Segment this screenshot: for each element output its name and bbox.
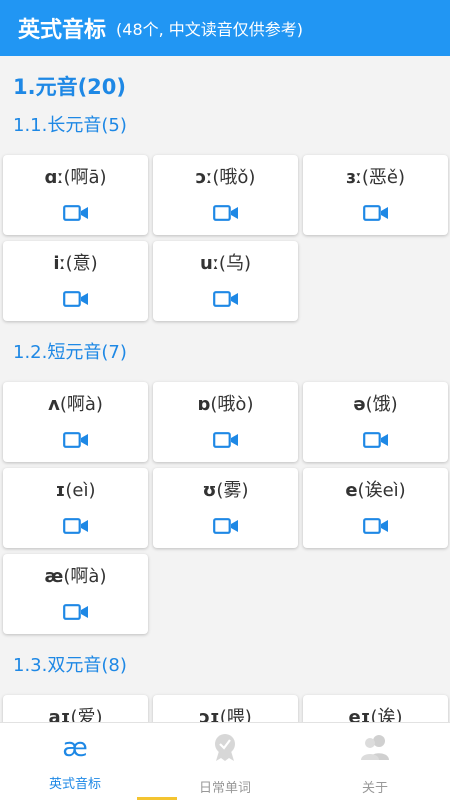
phonetic-grid: aɪ(爱) ɔɪ(喂) eɪ(诶): [0, 695, 450, 722]
section-title-vowels: 1.元音(20): [13, 75, 127, 99]
phonetic-grid: ʌ(啊à) ɒ(哦ò) ə(饿) ɪ(eì) ʊ(雾) e(诶eì) æ(啊à): [0, 382, 450, 634]
tab-label: 关于: [361, 781, 388, 796]
phonetic-symbol: ə: [353, 394, 366, 415]
group-title: 1.1.长元音(5): [13, 115, 127, 136]
video-camera-icon[interactable]: [362, 432, 389, 448]
phonetic-card[interactable]: ɔɪ(喂): [153, 695, 298, 722]
phonetic-hint: (诶): [370, 707, 403, 722]
phonetic-card[interactable]: ɪ(eì): [3, 468, 148, 548]
phonetic-card[interactable]: e(诶eì): [303, 468, 448, 548]
video-camera-icon[interactable]: [62, 604, 89, 620]
phonetic-label: æ(啊à): [45, 566, 107, 588]
bottom-navigation: æ 英式音标 日常单词 关于: [0, 722, 450, 800]
phonetic-card[interactable]: ʊ(雾): [153, 468, 298, 548]
phonetic-card[interactable]: æ(啊à): [3, 554, 148, 634]
phonetic-symbol: ʌ: [48, 394, 60, 415]
video-camera-icon[interactable]: [362, 518, 389, 534]
svg-text:æ: æ: [62, 733, 88, 761]
video-camera-icon[interactable]: [362, 205, 389, 221]
phonetic-card[interactable]: ə(饿): [303, 382, 448, 462]
phonetic-card[interactable]: ʌ(啊à): [3, 382, 148, 462]
video-camera-icon[interactable]: [212, 205, 239, 221]
video-camera-icon[interactable]: [62, 291, 89, 307]
phonetic-hint: (啊ā): [63, 167, 107, 188]
phonetic-label: aɪ(爱): [48, 707, 102, 722]
ae-icon: æ: [58, 731, 92, 763]
phonetic-hint: (诶eì): [357, 480, 406, 501]
phonetic-symbol: e: [345, 480, 358, 501]
phonetic-label: e(诶eì): [345, 480, 405, 502]
group-title: 1.3.双元音(8): [13, 655, 127, 676]
phonetic-label: ɑː(啊ā): [44, 167, 106, 189]
phonetic-grid: ɑː(啊ā) ɔː(哦ǒ) ɜː(恶ě) iː(意) uː(乌): [0, 155, 450, 321]
app-bar: 英式音标 (48个, 中文读音仅供参考): [0, 0, 450, 56]
phonetic-hint: (雾): [216, 480, 249, 501]
video-camera-icon[interactable]: [212, 432, 239, 448]
group-title: 1.2.短元音(7): [13, 342, 127, 363]
video-camera-icon[interactable]: [212, 518, 239, 534]
phonetic-label: ɒ(哦ò): [198, 394, 254, 416]
phonetics-list[interactable]: 1.元音(20) 1.1.长元音(5) ɑː(啊ā) ɔː(哦ǒ) ɜː(恶ě) iː(…: [0, 56, 450, 722]
tab-phonetics[interactable]: æ 英式音标: [0, 723, 150, 800]
phonetic-symbol: ɜː: [346, 167, 362, 188]
phonetic-card[interactable]: ɜː(恶ě): [303, 155, 448, 235]
phonetic-hint: (哦ǒ): [212, 167, 256, 188]
phonetic-symbol: ɔː: [195, 167, 213, 188]
phonetic-hint: (爱): [70, 707, 103, 722]
app-subtitle: (48个, 中文读音仅供参考): [116, 20, 304, 39]
video-camera-icon[interactable]: [62, 518, 89, 534]
phonetic-card[interactable]: ɒ(哦ò): [153, 382, 298, 462]
phonetic-label: ʊ(雾): [203, 480, 249, 502]
phonetic-symbol: æ: [44, 566, 64, 587]
phonetic-hint: (恶ě): [361, 167, 405, 188]
phonetic-symbol: ʊ: [202, 480, 217, 501]
phonetic-label: ə(饿): [353, 394, 397, 416]
badge-icon: [212, 731, 238, 763]
tab-label: 英式音标: [48, 777, 101, 792]
phonetic-symbol: ɔɪ: [199, 707, 220, 722]
phonetic-label: ɔː(哦ǒ): [196, 167, 256, 189]
phonetic-symbol: uː: [200, 253, 219, 274]
phonetic-card[interactable]: eɪ(诶): [303, 695, 448, 722]
phonetic-hint: (乌): [218, 253, 251, 274]
phonetic-hint: (啊à): [59, 394, 103, 415]
phonetic-hint: (啊à): [63, 566, 107, 587]
app-title: 英式音标: [18, 18, 107, 43]
phonetic-card[interactable]: iː(意): [3, 241, 148, 321]
phonetic-label: ɪ(eì): [56, 480, 96, 502]
phonetic-symbol: ɒ: [197, 394, 211, 415]
phonetic-card[interactable]: ɔː(哦ǒ): [153, 155, 298, 235]
phonetic-label: uː(乌): [200, 253, 251, 275]
tab-daily-words[interactable]: 日常单词: [150, 723, 300, 800]
phonetic-symbol: eɪ: [348, 707, 371, 722]
video-camera-icon[interactable]: [212, 291, 239, 307]
phonetic-label: ɔɪ(喂): [199, 707, 252, 722]
tab-about[interactable]: 关于: [300, 723, 450, 800]
phonetic-symbol: aɪ: [48, 707, 71, 722]
phonetic-card[interactable]: ɑː(啊ā): [3, 155, 148, 235]
phonetic-label: iː(意): [53, 253, 97, 275]
people-icon: [359, 731, 391, 763]
phonetic-hint: (哦ò): [210, 394, 254, 415]
phonetic-symbol: ɪ: [55, 480, 66, 501]
tab-label: 日常单词: [198, 781, 251, 796]
phonetic-symbol: ɑː: [44, 167, 64, 188]
phonetic-symbol: iː: [53, 253, 66, 274]
phonetic-hint: (饿): [365, 394, 398, 415]
phonetic-label: ʌ(啊à): [48, 394, 103, 416]
phonetic-label: ɜː(恶ě): [346, 167, 405, 189]
phonetic-hint: (eì): [65, 480, 96, 501]
phonetic-hint: (喂): [219, 707, 252, 722]
phonetic-card[interactable]: aɪ(爱): [3, 695, 148, 722]
phonetic-hint: (意): [65, 253, 98, 274]
phonetic-label: eɪ(诶): [348, 707, 402, 722]
phonetic-card[interactable]: uː(乌): [153, 241, 298, 321]
video-camera-icon[interactable]: [62, 205, 89, 221]
video-camera-icon[interactable]: [62, 432, 89, 448]
